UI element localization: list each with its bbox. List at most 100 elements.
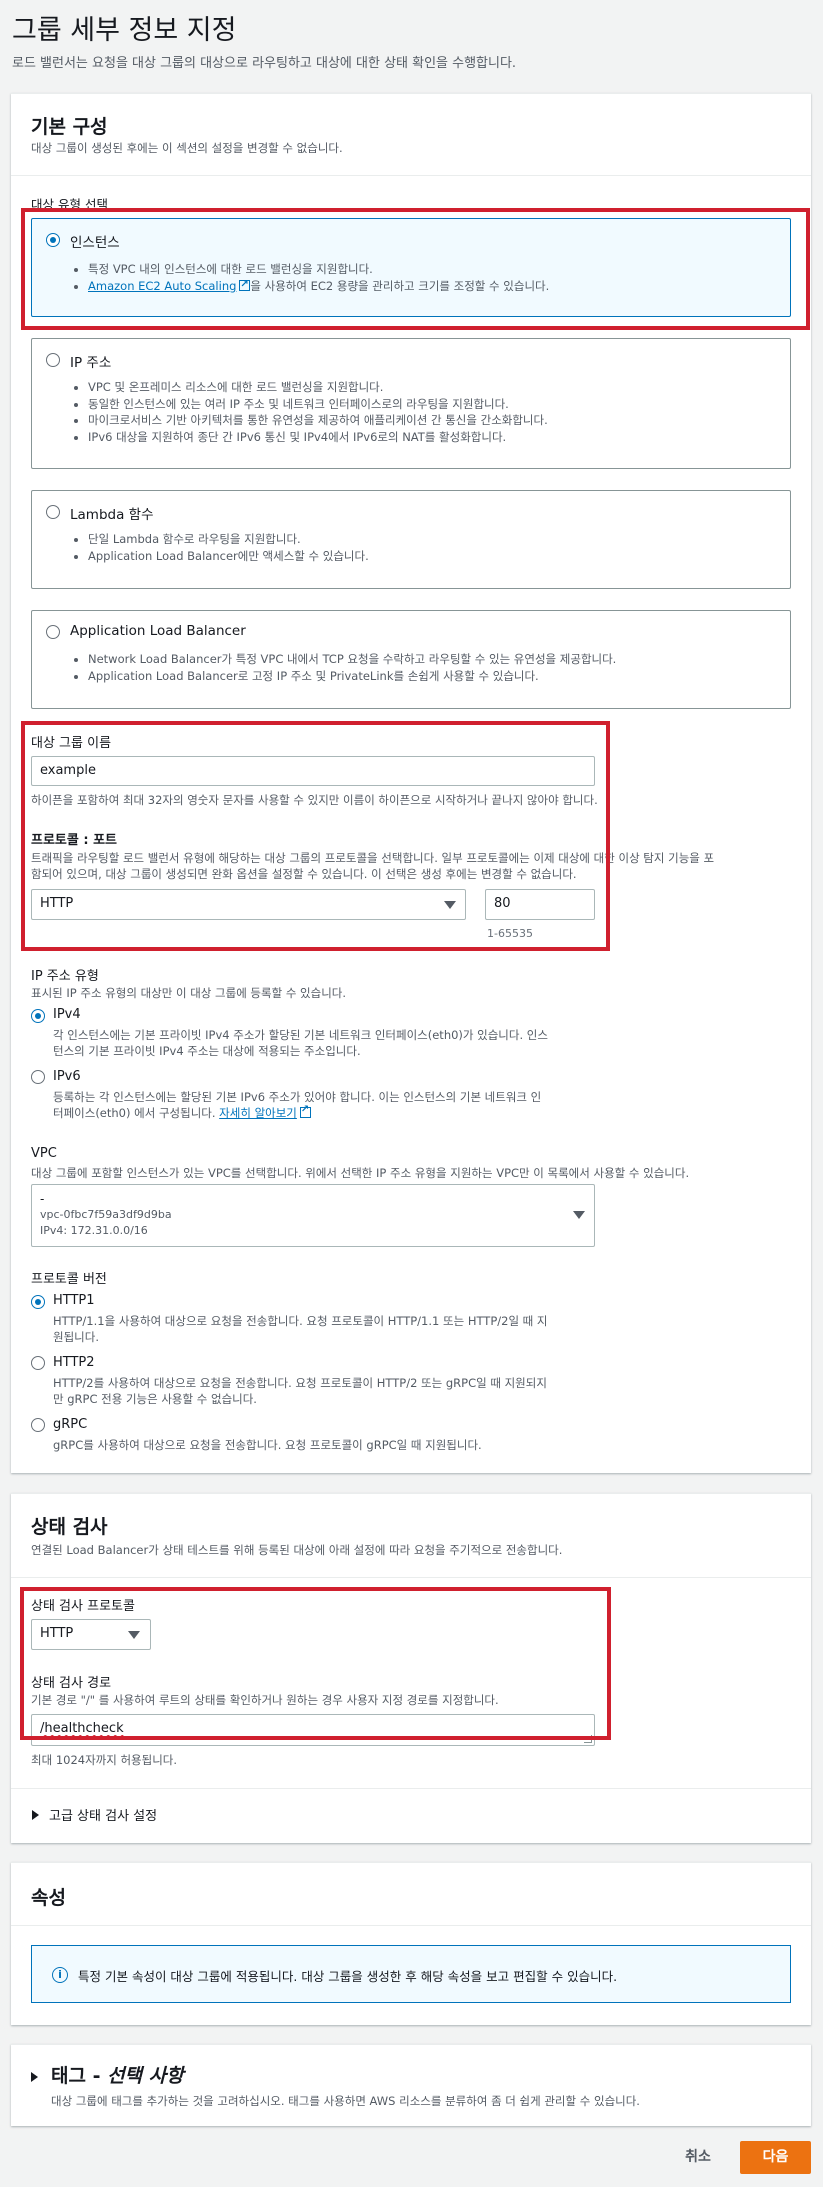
target-group-name-label: 대상 그룹 이름 (31, 736, 112, 751)
grpc-desc-1: gRPC를 사용하여 대상으로 요청을 전송합니다. 요청 프로토콜이 gRPC… (53, 1438, 482, 1452)
advanced-health-settings-toggle[interactable]: 고급 상태 검사 설정 (49, 1805, 157, 1824)
cancel-button[interactable]: 취소 (673, 2141, 723, 2174)
http1-radio[interactable] (31, 1295, 45, 1309)
lambda-radio[interactable] (46, 505, 60, 519)
health-protocol-select[interactable]: HTTP (31, 1619, 151, 1650)
http2-label: HTTP2 (53, 1355, 95, 1370)
ipv4-desc-2: 턴스의 기본 프라이빗 IPv4 주소는 대상에 적용되는 주소입니다. (53, 1044, 361, 1058)
caret-right-icon[interactable] (32, 1810, 39, 1820)
basic-config-title: 기본 구성 (31, 116, 108, 138)
attributes-panel: 속성 i 특정 기본 속성이 대상 그룹에 적용됩니다. 대상 그룹을 생성한 … (11, 1862, 811, 2025)
list-item: VPC 및 온프레미스 리소스에 대한 로드 밸런싱을 지원합니다. (88, 379, 548, 396)
ipv6-label: IPv6 (53, 1069, 81, 1084)
divider (11, 1925, 811, 1926)
ip-type-label: IP 주소 유형 (31, 969, 99, 984)
protocol-port-desc-1: 트래픽을 라우팅할 로드 밸런서 유형에 해당하는 대상 그룹의 프로토콜을 선… (31, 851, 715, 865)
list-item: Amazon EC2 Auto Scaling 을 사용하여 EC2 용량을 관리… (88, 277, 550, 295)
basic-config-panel: 기본 구성 대상 그룹이 생성된 후에는 이 섹션의 설정을 변경할 수 없습니… (11, 93, 811, 1473)
page-description: 로드 밸런서는 요청을 대상 그룹의 대상으로 라우팅하고 대상에 대한 상태 … (12, 56, 517, 71)
port-input[interactable]: 80 (485, 889, 595, 920)
target-type-ip-tile[interactable]: IP 주소 VPC 및 온프레미스 리소스에 대한 로드 밸런싱을 지원합니다.… (31, 338, 791, 469)
tags-title-text: 태그 - (51, 2065, 108, 2087)
ipv4-label: IPv4 (53, 1007, 81, 1022)
grpc-label: gRPC (53, 1417, 88, 1432)
basic-config-description: 대상 그룹이 생성된 후에는 이 섹션의 설정을 변경할 수 없습니다. (31, 141, 343, 155)
list-item: 마이크로서비스 기반 아키텍처를 통한 유연성을 제공하여 애플리케이션 간 통… (88, 412, 548, 429)
divider (11, 1788, 811, 1789)
alb-radio[interactable] (46, 625, 60, 639)
resize-handle-icon[interactable] (584, 1735, 592, 1743)
health-check-title: 상태 검사 (31, 1516, 108, 1538)
ip-type-description: 표시된 IP 주소 유형의 대상만 이 대상 그룹에 등록할 수 있습니다. (31, 986, 347, 1000)
vpc-cidr: IPv4: 172.31.0.0/16 (40, 1224, 148, 1237)
attributes-info-alert: i 특정 기본 속성이 대상 그룹에 적용됩니다. 대상 그룹을 생성한 후 해… (31, 1945, 791, 2003)
health-check-panel: 상태 검사 연결된 Load Balancer가 상태 테스트를 위해 등록된 … (11, 1493, 811, 1843)
ip-radio[interactable] (46, 353, 60, 367)
health-check-description: 연결된 Load Balancer가 상태 테스트를 위해 등록된 대상에 아래… (31, 1543, 563, 1557)
tags-description: 대상 그룹에 태그를 추가하는 것을 고려하십시오. 태그를 사용하면 AWS … (51, 2094, 640, 2108)
attributes-info-text: 특정 기본 속성이 대상 그룹에 적용됩니다. 대상 그룹을 생성한 후 해당 … (78, 1969, 618, 1984)
basic-config-header: 기본 구성 대상 그룹이 생성된 후에는 이 섹션의 설정을 변경할 수 없습니… (11, 94, 811, 176)
instance-title: 인스턴스 (70, 235, 120, 251)
protocol-select[interactable]: HTTP (31, 889, 466, 920)
protocol-port-label: 프로토콜 : 포트 (31, 833, 118, 848)
health-path-input[interactable]: /healthcheck (31, 1714, 595, 1746)
ipv4-desc-1: 각 인스턴스에는 기본 프라이빗 IPv4 주소가 할당된 기본 네트워크 인터… (53, 1028, 548, 1042)
protocol-select-value: HTTP (40, 896, 74, 911)
health-protocol-value: HTTP (40, 1626, 74, 1641)
instance-bullets: 특정 VPC 내의 인스턴스에 대한 로드 밸런싱을 지원합니다. Amazon… (88, 261, 549, 294)
alb-bullets: Network Load Balancer가 특정 VPC 내에서 TCP 요청… (88, 651, 616, 684)
instance-bullet-suffix: 을 사용하여 EC2 용량을 관리하고 크기를 조정할 수 있습니다. (250, 278, 550, 293)
target-type-label: 대상 유형 선택 (31, 197, 108, 212)
vpc-description: 대상 그룹에 포함할 인스턴스가 있는 VPC를 선택합니다. 위에서 선택한 … (31, 1166, 690, 1180)
ip-title: IP 주소 (70, 355, 112, 371)
list-item: 단일 Lambda 함수로 라우팅을 지원합니다. (88, 531, 369, 548)
vpc-id: vpc-0fbc7f59a3df9d9ba (40, 1208, 172, 1221)
caret-down-icon (128, 1631, 140, 1639)
http2-desc-1: HTTP/2를 사용하여 대상으로 요청을 전송합니다. 요청 프로토콜이 HT… (53, 1376, 547, 1390)
grpc-radio[interactable] (31, 1418, 45, 1432)
ipv6-desc-2-text: 터페이스(eth0) 에서 구성됩니다. (53, 1106, 216, 1120)
health-path-label: 상태 검사 경로 (31, 1676, 112, 1691)
target-type-alb-tile[interactable]: Application Load Balancer Network Load B… (31, 610, 791, 709)
next-button[interactable]: 다음 (740, 2141, 811, 2174)
info-icon: i (52, 1967, 68, 1983)
health-path-hint: 최대 1024자까지 허용됩니다. (31, 1753, 178, 1767)
target-group-name-input[interactable]: example (31, 756, 595, 786)
health-check-header: 상태 검사 연결된 Load Balancer가 상태 테스트를 위해 등록된 … (11, 1494, 811, 1578)
alb-title: Application Load Balancer (70, 623, 246, 639)
page-title: 그룹 세부 정보 지정 (12, 15, 237, 46)
instance-radio[interactable] (46, 233, 60, 247)
caret-right-icon[interactable] (31, 2072, 38, 2082)
http2-desc-2: 만 gRPC 전용 기능은 사용할 수 없습니다. (53, 1392, 257, 1406)
vpc-select[interactable]: - vpc-0fbc7f59a3df9d9ba IPv4: 172.31.0.0… (31, 1184, 595, 1247)
tags-title[interactable]: 태그 - 선택 사항 (51, 2061, 184, 2088)
ipv4-radio[interactable] (31, 1009, 45, 1023)
list-item: 특정 VPC 내의 인스턴스에 대한 로드 밸런싱을 지원합니다. (88, 261, 549, 278)
ipv6-desc-1: 등록하는 각 인스턴스에는 할당된 기본 IPv6 주소가 있어야 합니다. 이… (53, 1090, 542, 1104)
ipv6-desc-2: 터페이스(eth0) 에서 구성됩니다. 자세히 알아보기 (53, 1104, 311, 1121)
ec2-auto-scaling-link[interactable]: Amazon EC2 Auto Scaling (88, 279, 236, 293)
health-path-value: /healthcheck (40, 1721, 124, 1736)
list-item: Network Load Balancer가 특정 VPC 내에서 TCP 요청… (88, 651, 616, 668)
protocol-version-label: 프로토콜 버전 (31, 1272, 107, 1287)
caret-down-icon (444, 901, 456, 909)
ipv6-radio[interactable] (31, 1070, 45, 1084)
list-item: Application Load Balancer에만 액세스할 수 있습니다. (88, 548, 369, 565)
tags-panel: 태그 - 선택 사항 대상 그룹에 태그를 추가하는 것을 고려하십시오. 태그… (11, 2044, 811, 2126)
lambda-title: Lambda 함수 (70, 507, 154, 523)
ip-bullets: VPC 및 온프레미스 리소스에 대한 로드 밸런싱을 지원합니다. 동일한 인… (88, 379, 548, 445)
learn-more-link[interactable]: 자세히 알아보기 (219, 1106, 297, 1120)
target-type-instance-tile[interactable]: 인스턴스 특정 VPC 내의 인스턴스에 대한 로드 밸런싱을 지원합니다. A… (31, 218, 791, 317)
health-path-description: 기본 경로 "/" 를 사용하여 루트의 상태를 확인하거나 원하는 경우 사용… (31, 1693, 499, 1707)
port-range-hint: 1-65535 (487, 927, 533, 940)
external-link-icon (239, 277, 251, 293)
tags-optional-text: 선택 사항 (107, 2065, 184, 2087)
vpc-name: - (40, 1192, 45, 1206)
list-item: 동일한 인스턴스에 있는 여러 IP 주소 및 네트워크 인터페이스로의 라우팅… (88, 396, 548, 413)
http2-radio[interactable] (31, 1356, 45, 1370)
attributes-title: 속성 (31, 1887, 66, 1909)
http1-label: HTTP1 (53, 1293, 95, 1308)
target-type-lambda-tile[interactable]: Lambda 함수 단일 Lambda 함수로 라우팅을 지원합니다. Appl… (31, 490, 791, 589)
http1-desc-2: 원됩니다. (53, 1330, 99, 1344)
